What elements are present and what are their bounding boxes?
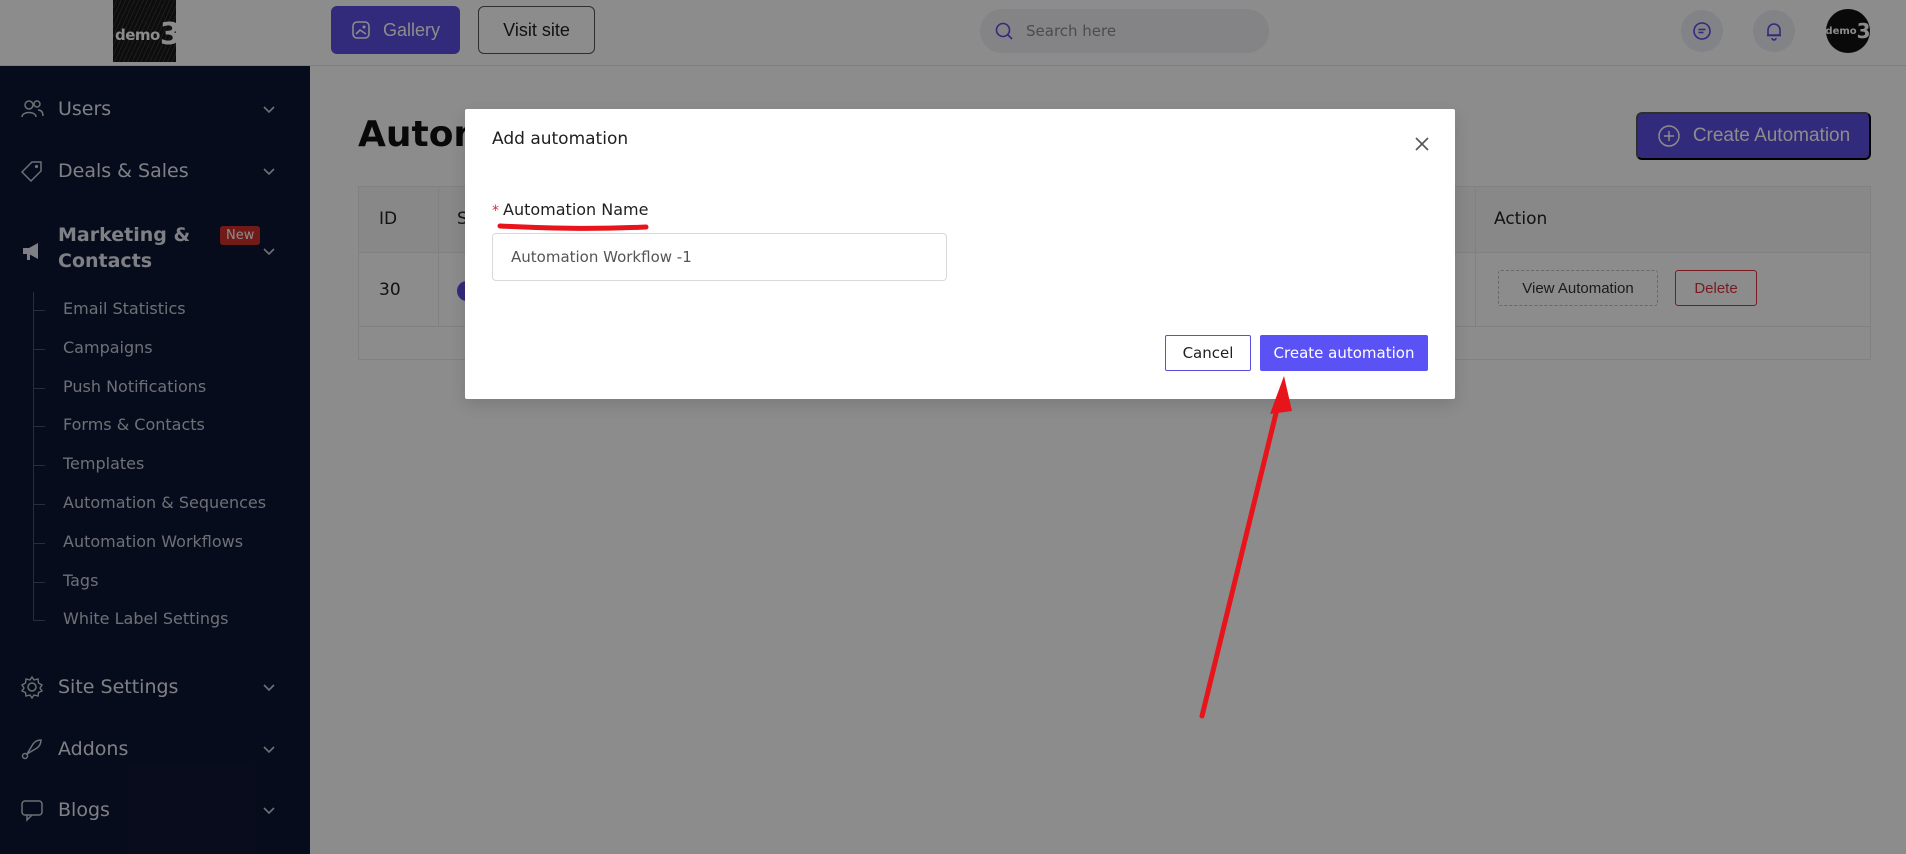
close-button[interactable]: [1411, 133, 1433, 155]
close-icon: [1415, 137, 1429, 151]
modal-title: Add automation: [492, 129, 629, 149]
add-automation-modal: Add automation *Automation Name Cancel C…: [465, 109, 1455, 399]
create-automation-submit-button[interactable]: Create automation: [1260, 335, 1428, 371]
automation-name-input[interactable]: [492, 233, 947, 281]
field-label-text: Automation Name: [503, 200, 649, 219]
automation-name-label: * Automation Name: [492, 200, 648, 219]
cancel-button[interactable]: Cancel: [1165, 335, 1251, 371]
required-mark: *: [492, 203, 499, 219]
